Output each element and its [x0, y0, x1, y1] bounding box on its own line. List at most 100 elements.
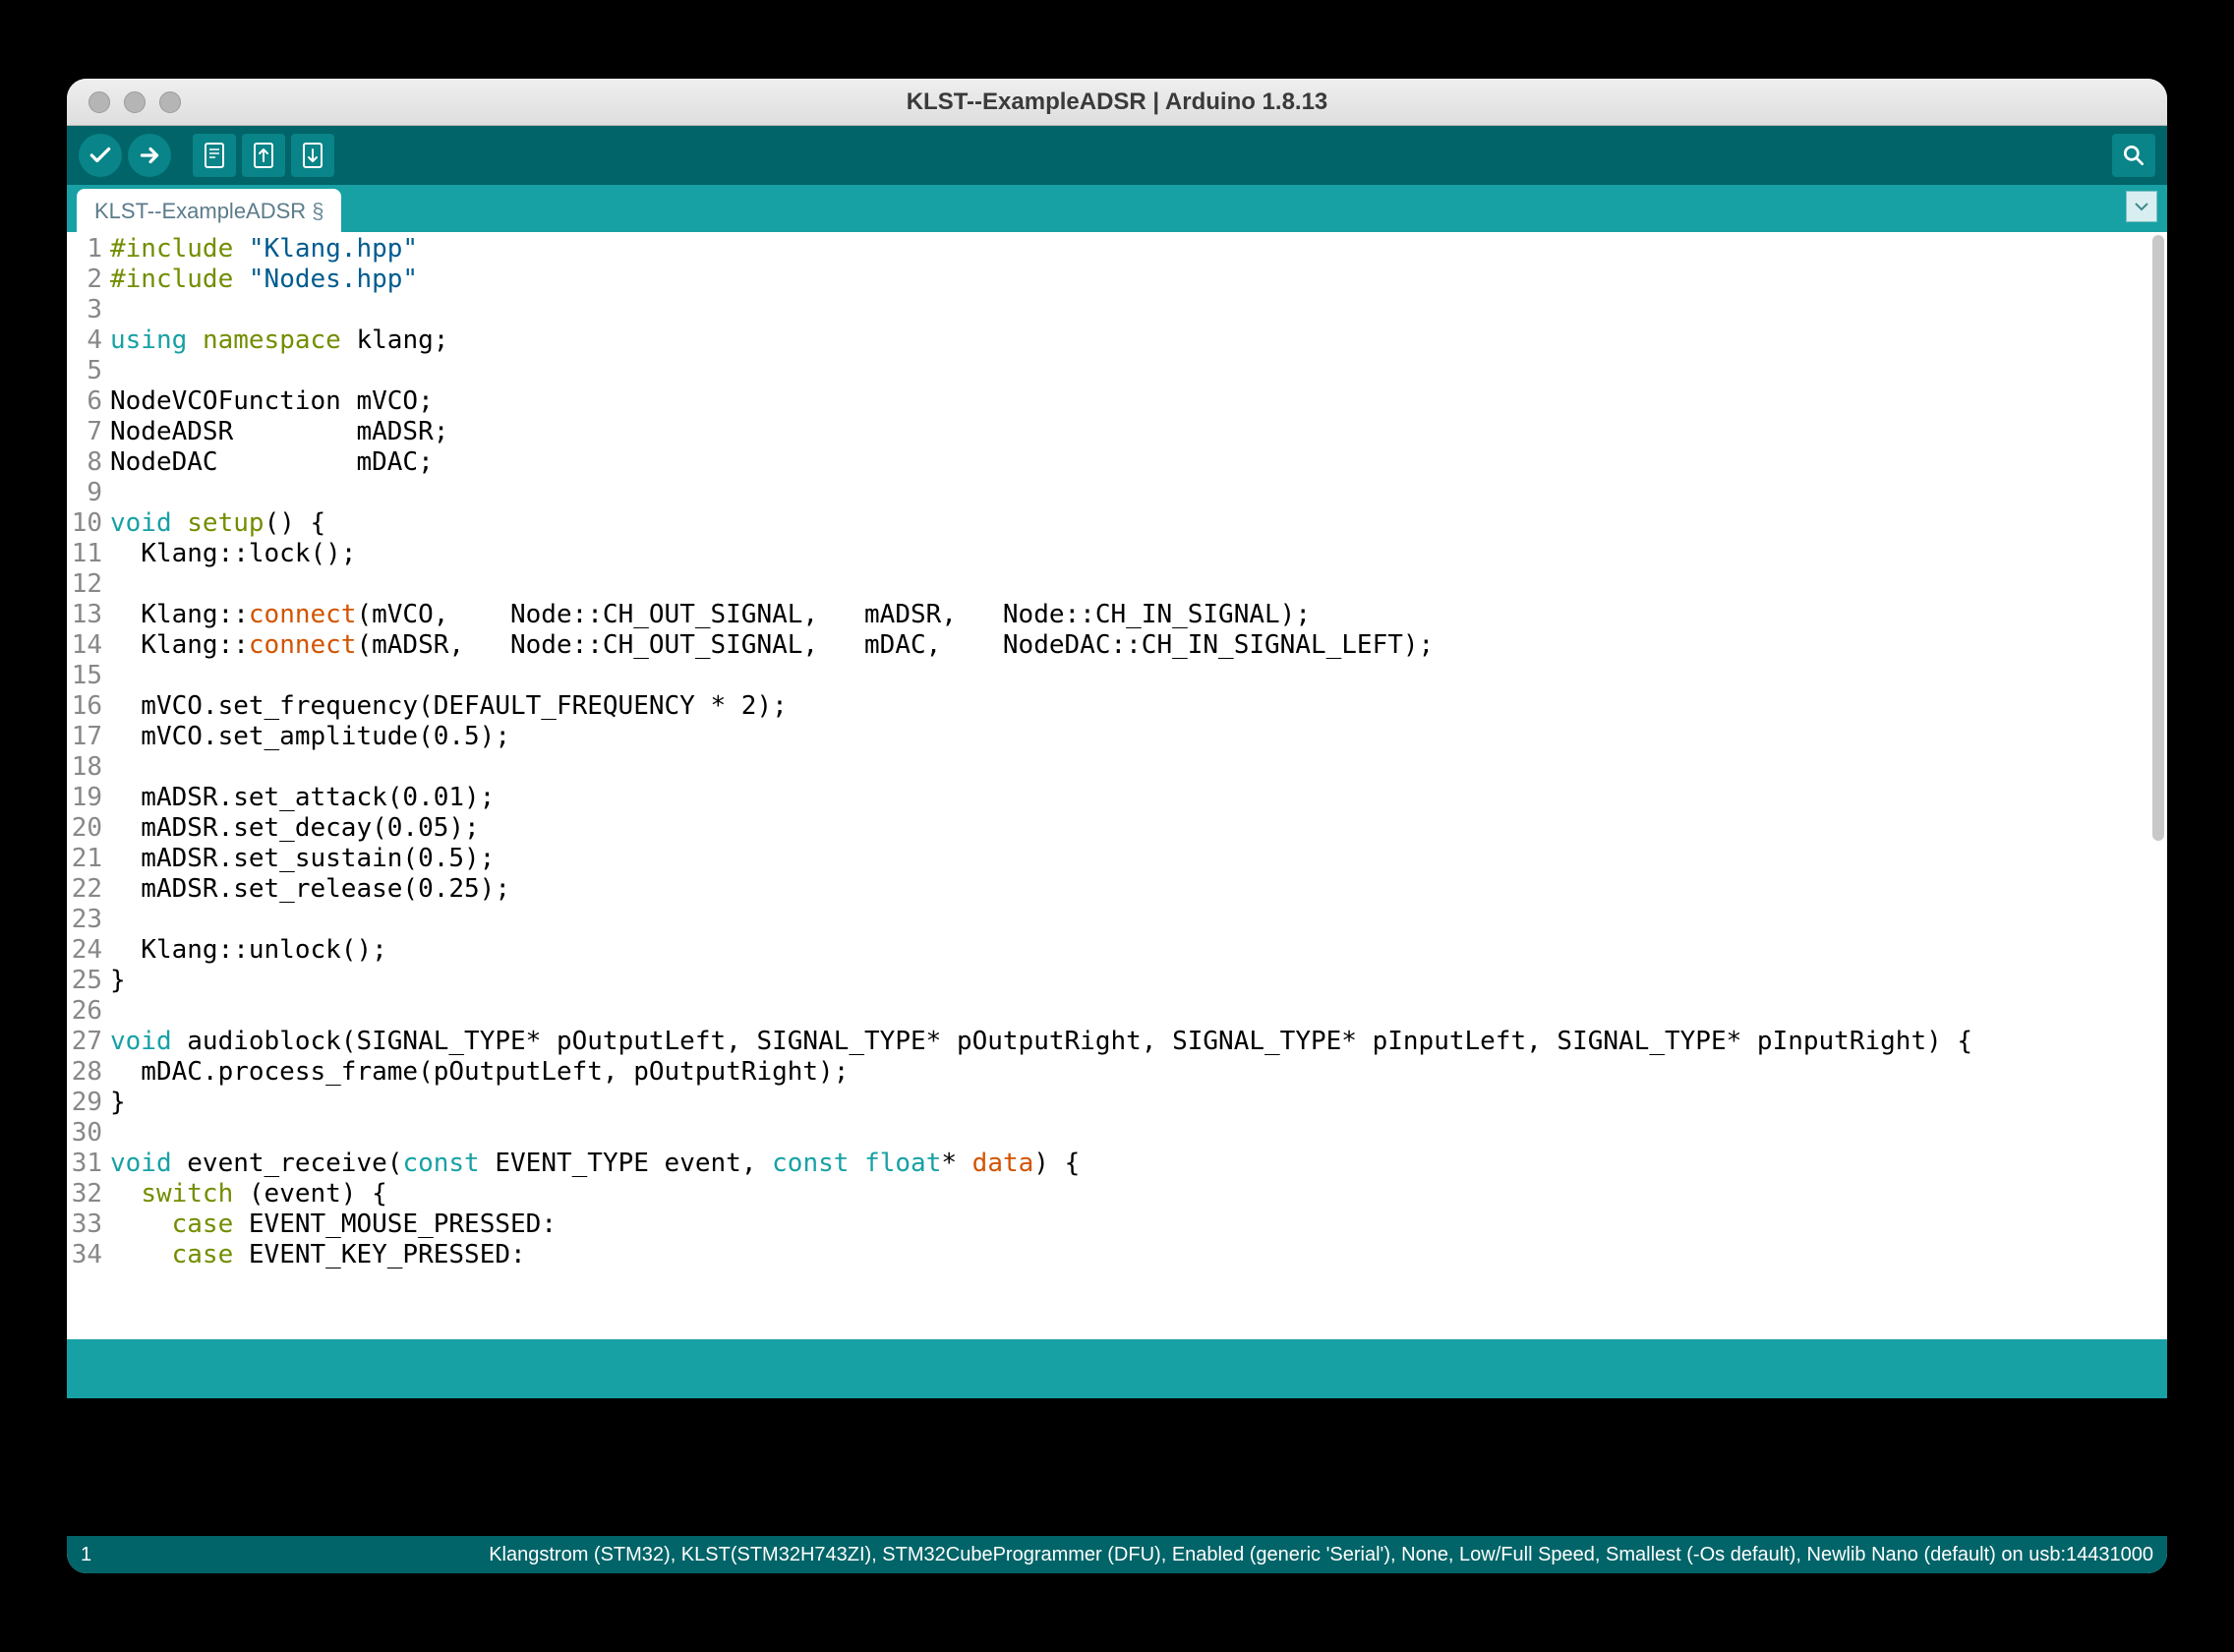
code-content[interactable]: }	[110, 966, 2167, 996]
serial-monitor-button[interactable]	[2112, 134, 2155, 177]
code-content[interactable]: }	[110, 1088, 2167, 1118]
code-line[interactable]: 5	[67, 356, 2167, 386]
editor-area: 1#include "Klang.hpp"2#include "Nodes.hp…	[67, 232, 2167, 1339]
tab-menu-button[interactable]	[2126, 191, 2157, 222]
code-content[interactable]	[110, 905, 2167, 935]
line-number: 30	[67, 1118, 110, 1149]
code-content[interactable]: mADSR.set_release(0.25);	[110, 874, 2167, 905]
line-number: 9	[67, 478, 110, 508]
code-content[interactable]	[110, 356, 2167, 386]
open-sketch-button[interactable]	[242, 134, 285, 177]
code-line[interactable]: 17 mVCO.set_amplitude(0.5);	[67, 722, 2167, 752]
code-line[interactable]: 20 mADSR.set_decay(0.05);	[67, 813, 2167, 844]
code-content[interactable]: mVCO.set_frequency(DEFAULT_FREQUENCY * 2…	[110, 691, 2167, 722]
code-content[interactable]	[110, 752, 2167, 783]
code-content[interactable]: Klang::connect(mVCO, Node::CH_OUT_SIGNAL…	[110, 600, 2167, 630]
code-line[interactable]: 15	[67, 661, 2167, 691]
code-line[interactable]: 2#include "Nodes.hpp"	[67, 265, 2167, 295]
code-line[interactable]: 27void audioblock(SIGNAL_TYPE* pOutputLe…	[67, 1027, 2167, 1057]
code-line[interactable]: 14 Klang::connect(mADSR, Node::CH_OUT_SI…	[67, 630, 2167, 661]
code-content[interactable]	[110, 295, 2167, 325]
code-line[interactable]: 33 case EVENT_MOUSE_PRESSED:	[67, 1210, 2167, 1240]
code-content[interactable]: void event_receive(const EVENT_TYPE even…	[110, 1149, 2167, 1179]
code-content[interactable]: case EVENT_MOUSE_PRESSED:	[110, 1210, 2167, 1240]
code-content[interactable]: Klang::connect(mADSR, Node::CH_OUT_SIGNA…	[110, 630, 2167, 661]
code-line[interactable]: 10void setup() {	[67, 508, 2167, 539]
titlebar[interactable]: KLST--ExampleADSR | Arduino 1.8.13	[67, 79, 2167, 126]
console-area[interactable]	[67, 1398, 2167, 1536]
line-number: 3	[67, 295, 110, 325]
code-content[interactable]	[110, 661, 2167, 691]
sketch-tab[interactable]: KLST--ExampleADSR §	[77, 189, 341, 232]
code-line[interactable]: 4using namespace klang;	[67, 325, 2167, 356]
zoom-window-button[interactable]	[159, 91, 181, 113]
line-number: 6	[67, 386, 110, 417]
code-content[interactable]: NodeADSR mADSR;	[110, 417, 2167, 447]
code-line[interactable]: 21 mADSR.set_sustain(0.5);	[67, 844, 2167, 874]
code-line[interactable]: 13 Klang::connect(mVCO, Node::CH_OUT_SIG…	[67, 600, 2167, 630]
line-number: 10	[67, 508, 110, 539]
line-number: 23	[67, 905, 110, 935]
code-line[interactable]: 6NodeVCOFunction mVCO;	[67, 386, 2167, 417]
code-content[interactable]: case EVENT_KEY_PRESSED:	[110, 1240, 2167, 1270]
code-line[interactable]: 3	[67, 295, 2167, 325]
code-content[interactable]: mADSR.set_sustain(0.5);	[110, 844, 2167, 874]
code-content[interactable]: Klang::unlock();	[110, 935, 2167, 966]
code-line[interactable]: 25}	[67, 966, 2167, 996]
check-icon	[88, 143, 113, 168]
upload-button[interactable]	[128, 134, 171, 177]
code-line[interactable]: 31void event_receive(const EVENT_TYPE ev…	[67, 1149, 2167, 1179]
code-editor[interactable]: 1#include "Klang.hpp"2#include "Nodes.hp…	[67, 232, 2167, 1339]
code-content[interactable]: mADSR.set_attack(0.01);	[110, 783, 2167, 813]
arduino-ide-window: KLST--ExampleADSR | Arduino 1.8.13	[67, 79, 2167, 1573]
line-number: 2	[67, 265, 110, 295]
code-content[interactable]: Klang::lock();	[110, 539, 2167, 569]
line-number: 21	[67, 844, 110, 874]
minimize-window-button[interactable]	[124, 91, 146, 113]
code-content[interactable]: void audioblock(SIGNAL_TYPE* pOutputLeft…	[110, 1027, 2167, 1057]
code-line[interactable]: 30	[67, 1118, 2167, 1149]
code-content[interactable]	[110, 996, 2167, 1027]
code-content[interactable]: switch (event) {	[110, 1179, 2167, 1210]
save-sketch-button[interactable]	[291, 134, 334, 177]
code-line[interactable]: 7NodeADSR mADSR;	[67, 417, 2167, 447]
line-number: 8	[67, 447, 110, 478]
code-content[interactable]	[110, 1118, 2167, 1149]
code-content[interactable]	[110, 478, 2167, 508]
code-line[interactable]: 18	[67, 752, 2167, 783]
scrollbar-thumb[interactable]	[2152, 235, 2164, 841]
code-line[interactable]: 34 case EVENT_KEY_PRESSED:	[67, 1240, 2167, 1270]
code-line[interactable]: 24 Klang::unlock();	[67, 935, 2167, 966]
code-content[interactable]: #include "Nodes.hpp"	[110, 265, 2167, 295]
line-number: 15	[67, 661, 110, 691]
code-line[interactable]: 16 mVCO.set_frequency(DEFAULT_FREQUENCY …	[67, 691, 2167, 722]
code-line[interactable]: 29}	[67, 1088, 2167, 1118]
status-bar: 1 Klangstrom (STM32), KLST(STM32H743ZI),…	[67, 1536, 2167, 1573]
code-content[interactable]: mADSR.set_decay(0.05);	[110, 813, 2167, 844]
code-line[interactable]: 32 switch (event) {	[67, 1179, 2167, 1210]
code-content[interactable]: mDAC.process_frame(pOutputLeft, pOutputR…	[110, 1057, 2167, 1088]
code-line[interactable]: 23	[67, 905, 2167, 935]
code-content[interactable]: using namespace klang;	[110, 325, 2167, 356]
close-window-button[interactable]	[88, 91, 110, 113]
code-line[interactable]: 8NodeDAC mDAC;	[67, 447, 2167, 478]
code-line[interactable]: 9	[67, 478, 2167, 508]
line-number: 33	[67, 1210, 110, 1240]
code-content[interactable]: mVCO.set_amplitude(0.5);	[110, 722, 2167, 752]
code-line[interactable]: 22 mADSR.set_release(0.25);	[67, 874, 2167, 905]
scrollbar[interactable]	[2148, 235, 2164, 1336]
verify-button[interactable]	[79, 134, 122, 177]
code-line[interactable]: 1#include "Klang.hpp"	[67, 234, 2167, 265]
code-line[interactable]: 11 Klang::lock();	[67, 539, 2167, 569]
code-line[interactable]: 12	[67, 569, 2167, 600]
code-line[interactable]: 28 mDAC.process_frame(pOutputLeft, pOutp…	[67, 1057, 2167, 1088]
code-line[interactable]: 26	[67, 996, 2167, 1027]
code-content[interactable]: #include "Klang.hpp"	[110, 234, 2167, 265]
code-content[interactable]: NodeDAC mDAC;	[110, 447, 2167, 478]
code-content[interactable]: NodeVCOFunction mVCO;	[110, 386, 2167, 417]
arrow-up-icon	[252, 142, 275, 169]
code-content[interactable]	[110, 569, 2167, 600]
code-content[interactable]: void setup() {	[110, 508, 2167, 539]
code-line[interactable]: 19 mADSR.set_attack(0.01);	[67, 783, 2167, 813]
new-sketch-button[interactable]	[193, 134, 236, 177]
